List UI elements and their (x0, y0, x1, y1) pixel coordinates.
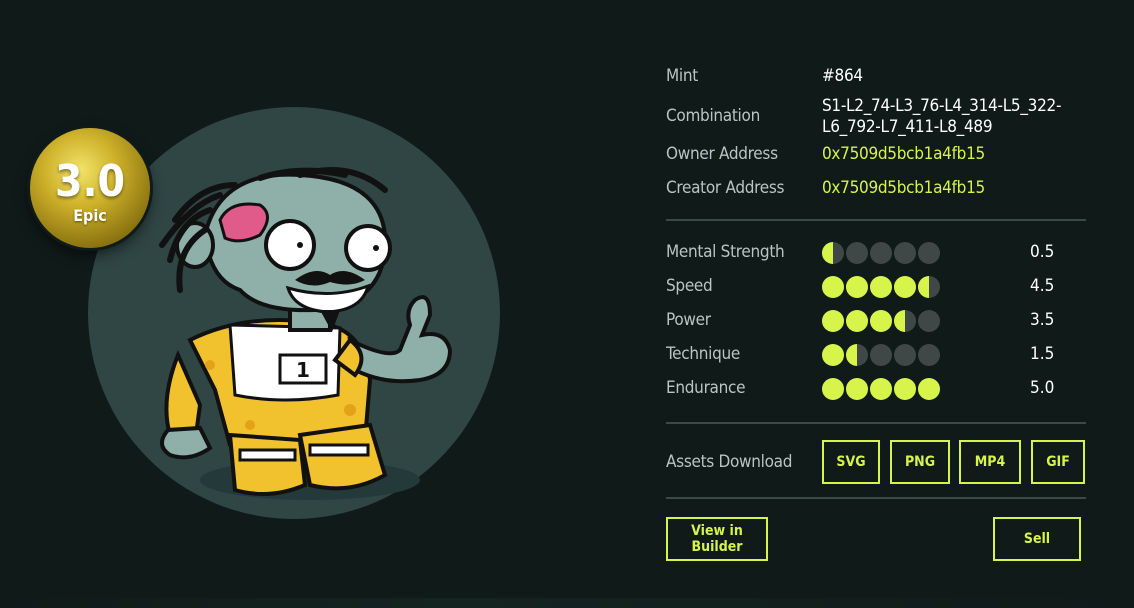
rating-dot (918, 276, 940, 298)
jersey-number: 1 (296, 358, 310, 382)
stat-label: Technique (666, 344, 741, 364)
rating-dot (822, 276, 844, 298)
rating-dot-fill (822, 344, 844, 366)
rating-dot (870, 310, 892, 332)
stat-value: 4.5 (1030, 276, 1055, 296)
stat-value: 5.0 (1030, 378, 1055, 398)
rarity-tier: Epic (73, 206, 107, 225)
sell-button[interactable]: Sell (993, 517, 1081, 561)
rating-dot-fill (870, 310, 892, 332)
rating-dot-fill (846, 276, 868, 298)
rating-dot (822, 310, 844, 332)
stat-rating-dots (822, 344, 940, 366)
combination-value: S1-L2_74-L3_76-L4_314-L5_322- L6_792-L7_… (822, 96, 1061, 138)
rating-dot-fill (822, 310, 844, 332)
owner-address-link[interactable]: 0x7509d5bcb1a4fb15 (822, 144, 985, 165)
stat-label: Endurance (666, 378, 746, 398)
rating-dot (870, 344, 892, 366)
rating-dot-fill (822, 242, 833, 264)
divider-top (666, 219, 1086, 221)
download-svg-button[interactable]: SVG (822, 440, 880, 484)
rating-dot (918, 310, 940, 332)
rating-dot (846, 242, 868, 264)
combination-label: Combination (666, 106, 760, 126)
owner-address-label: Owner Address (666, 144, 778, 164)
rating-dot (846, 276, 868, 298)
rating-dot (846, 310, 868, 332)
rating-dot-fill (870, 276, 892, 298)
rating-dot (894, 344, 916, 366)
creator-address-link[interactable]: 0x7509d5bcb1a4fb15 (822, 178, 985, 199)
download-mp4-button[interactable]: MP4 (959, 440, 1021, 484)
bottom-edge (0, 598, 1134, 608)
rating-dot-fill (846, 344, 857, 366)
stat-value: 3.5 (1030, 310, 1055, 330)
rating-dot-fill (822, 276, 844, 298)
download-gif-button[interactable]: GIF (1031, 440, 1085, 484)
divider-middle (666, 422, 1086, 424)
rating-dot (894, 310, 916, 332)
rating-dot (870, 378, 892, 400)
rating-dot-fill (894, 276, 916, 298)
artwork-area: 1 3.0 Epic (0, 0, 600, 608)
rating-dot (846, 378, 868, 400)
rating-dot (918, 242, 940, 264)
stat-rating-dots (822, 276, 940, 298)
rating-dot (822, 378, 844, 400)
combination-line-1: S1-L2_74-L3_76-L4_314-L5_322- (822, 96, 1062, 116)
rating-dot (870, 276, 892, 298)
rating-dot (870, 242, 892, 264)
mint-value: #864 (822, 66, 863, 86)
rating-dot-fill (870, 378, 892, 400)
divider-bottom (666, 497, 1086, 499)
rating-dot (918, 344, 940, 366)
rating-dot-fill (894, 310, 905, 332)
assets-download-label: Assets Download (666, 452, 793, 472)
stat-label: Mental Strength (666, 242, 785, 262)
rating-dot (822, 344, 844, 366)
zombie-character-illustration: 1 (159, 167, 453, 500)
rating-dot (894, 276, 916, 298)
rating-dot (822, 242, 844, 264)
stat-value: 1.5 (1030, 344, 1055, 364)
stat-rating-dots (822, 242, 940, 264)
rating-dot (894, 242, 916, 264)
combination-line-2: L6_792-L7_411-L8_489 (822, 117, 993, 137)
rating-dot-fill (846, 378, 868, 400)
rating-dot (894, 378, 916, 400)
rating-dot-fill (822, 378, 844, 400)
rating-dot-fill (894, 378, 916, 400)
rating-dot-fill (918, 378, 940, 400)
view-in-builder-button[interactable]: View in Builder (666, 517, 768, 561)
stat-rating-dots (822, 378, 940, 400)
stat-label: Speed (666, 276, 713, 296)
stat-rating-dots (822, 310, 940, 332)
stat-value: 0.5 (1030, 242, 1055, 262)
mint-label: Mint (666, 66, 698, 86)
rating-dot (846, 344, 868, 366)
stat-label: Power (666, 310, 711, 330)
rating-dot-fill (846, 310, 868, 332)
creator-address-label: Creator Address (666, 178, 785, 198)
download-png-button[interactable]: PNG (890, 440, 950, 484)
rating-dot (918, 378, 940, 400)
rating-dot-fill (918, 276, 929, 298)
rarity-score: 3.0 (54, 156, 126, 207)
rarity-badge: 3.0 Epic (30, 128, 150, 248)
